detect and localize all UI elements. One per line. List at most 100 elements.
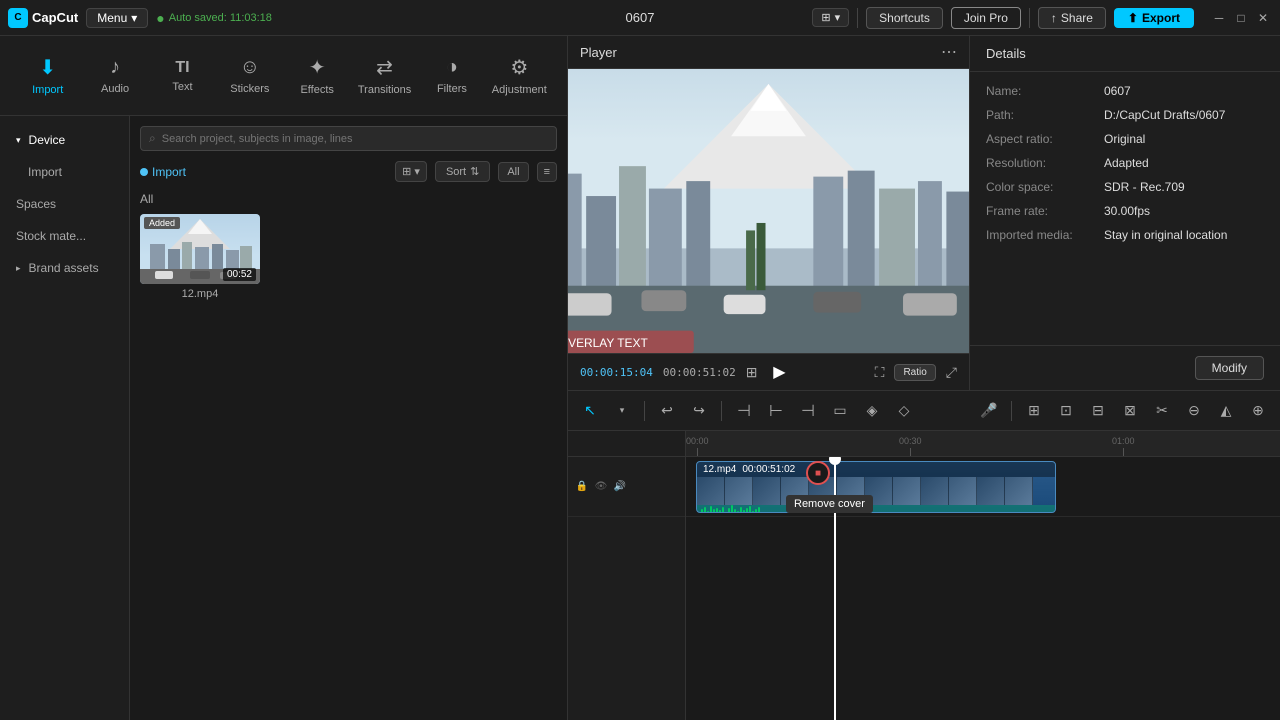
record-button[interactable]: 🎤 (975, 397, 1003, 425)
tl-tool-7[interactable]: ◭ (1212, 397, 1240, 425)
sidebar-item-import[interactable]: Import (4, 157, 125, 187)
keyframe-tool[interactable]: ◇ (890, 397, 918, 425)
auto-save-status: ● Auto saved: 11:03:18 (156, 10, 272, 26)
monitor-button[interactable]: ⊞ ▾ (812, 8, 849, 27)
tl-tool-3[interactable]: ⊟ (1084, 397, 1112, 425)
player-video: SOME OVERLAY TEXT (568, 69, 969, 353)
detail-row-resolution: Resolution: Adapted (986, 156, 1264, 170)
import-button[interactable]: Import (140, 165, 186, 179)
toolbar-audio[interactable]: ♪ Audio (83, 40, 146, 112)
sidebar-item-spaces[interactable]: Spaces (4, 189, 125, 219)
toolbar-audio-label: Audio (101, 83, 129, 95)
tl-tool-4[interactable]: ⊠ (1116, 397, 1144, 425)
detail-row-path: Path: D:/CapCut Drafts/0607 (986, 108, 1264, 122)
clip-waveform (697, 505, 1055, 513)
export-label: Export (1142, 11, 1180, 25)
main-layout: ⬇ Import ♪ Audio TI Text ☺ Stickers ✦ Ef… (0, 36, 1280, 720)
video-clip[interactable]: 12.mp4 00:00:51:02 (696, 461, 1056, 513)
tl-tool-6[interactable]: ⊖ (1180, 397, 1208, 425)
toolbar-import[interactable]: ⬇ Import (16, 40, 79, 112)
visibility-icon[interactable]: 👁 (593, 479, 609, 495)
split-tool[interactable]: ⊣ (730, 397, 758, 425)
ruler-container: 00:00 00:30 01:00 (686, 431, 1280, 456)
menu-button[interactable]: Menu ▾ (86, 8, 148, 28)
shortcuts-button[interactable]: Shortcuts (866, 7, 943, 29)
toolbar-transitions[interactable]: ⇄ Transitions (353, 40, 416, 112)
trim-start-tool[interactable]: ⊢ (762, 397, 790, 425)
detail-value-framerate: 30.00fps (1104, 204, 1150, 218)
toolbar-stickers[interactable]: ☺ Stickers (218, 40, 281, 112)
waveform-bar (740, 507, 742, 513)
player-menu-icon[interactable]: ⋯ (941, 42, 957, 62)
export-button[interactable]: ⬆ Export (1114, 8, 1194, 28)
search-input[interactable] (162, 133, 548, 145)
timeline-header-spacer (568, 431, 685, 457)
toolbar-text[interactable]: TI Text (151, 40, 214, 112)
waveform-bar (752, 511, 754, 513)
toolbar-filters[interactable]: ◑ Filters (420, 40, 483, 112)
tl-tool-5[interactable]: ✂ (1148, 397, 1176, 425)
clip-duration: 00:00:51:02 (742, 464, 795, 475)
volume-icon[interactable]: 🔊 (612, 479, 628, 495)
detail-label-path: Path: (986, 108, 1096, 122)
menu-label: Menu (97, 11, 127, 25)
cover-button[interactable]: ■ (806, 461, 830, 485)
sidebar-item-device[interactable]: ▾ Device (4, 125, 125, 155)
redo-button[interactable]: ↪ (685, 397, 713, 425)
sort-label: Sort (446, 166, 466, 178)
clip-frame (697, 477, 725, 505)
minimize-button[interactable]: ─ (1210, 9, 1228, 27)
toolbar-effects[interactable]: ✦ Effects (286, 40, 349, 112)
play-button[interactable]: ▶ (767, 360, 791, 384)
lock-icon[interactable]: 🔒 (574, 479, 590, 495)
sidebar-item-brand[interactable]: ▸ Brand assets (4, 253, 125, 283)
import-icon: ⬇ (39, 55, 56, 80)
close-button[interactable]: ✕ (1254, 9, 1272, 27)
sidebar-item-stock[interactable]: Stock mate... (4, 221, 125, 251)
view-toggle-button[interactable]: ⊞ ▾ (395, 161, 427, 182)
maximize-button[interactable]: □ (1232, 9, 1250, 27)
filter-all-button[interactable]: All (498, 162, 528, 182)
clip-name: 12.mp4 (703, 464, 736, 475)
tool-dropdown[interactable]: ▾ (608, 397, 636, 425)
timeline-section: ↖ ▾ ↩ ↪ ⊣ ⊢ ⊣ ▭ ◈ ◇ 🎤 ⊞ ⊡ ⊟ ⊠ (568, 390, 1280, 720)
search-bar[interactable]: ⌕ (140, 126, 557, 151)
select-tool[interactable]: ↖ (576, 397, 604, 425)
clip-header: 12.mp4 00:00:51:02 (697, 462, 1055, 477)
tl-tool-1[interactable]: ⊞ (1020, 397, 1048, 425)
separator (857, 8, 858, 28)
search-icon: ⌕ (149, 131, 156, 146)
delete-tool[interactable]: ▭ (826, 397, 854, 425)
expand-icon[interactable]: ⤢ (946, 364, 957, 381)
list-item[interactable]: Added 00:52 12.mp4 (140, 214, 260, 300)
toolbar-transitions-label: Transitions (358, 84, 411, 96)
tooltip-text: Remove cover (794, 498, 865, 510)
sidebar-item-stock-label: Stock mate... (16, 229, 86, 243)
share-button[interactable]: ↑ Share (1038, 7, 1106, 29)
trim-end-tool[interactable]: ⊣ (794, 397, 822, 425)
grid-view-icon[interactable]: ⊞ (746, 364, 758, 381)
content-area: ⌕ Import ⊞ ▾ Sort ⇅ All ≡ (130, 116, 567, 720)
effects-icon: ✦ (309, 55, 326, 80)
tl-tool-2[interactable]: ⊡ (1052, 397, 1080, 425)
clip-frame (725, 477, 753, 505)
details-footer: Modify (970, 345, 1280, 390)
titlebar: C CapCut Menu ▾ ● Auto saved: 11:03:18 0… (0, 0, 1280, 36)
undo-button[interactable]: ↩ (653, 397, 681, 425)
clip-frame (949, 477, 977, 505)
toolbar-separator-1 (644, 401, 645, 421)
waveform-bar (701, 509, 703, 513)
mask-tool[interactable]: ◈ (858, 397, 886, 425)
tl-add-button[interactable]: ⊕ (1244, 397, 1272, 425)
toolbar-adjustment[interactable]: ⚙ Adjustment (488, 40, 551, 112)
ratio-button[interactable]: Ratio (894, 364, 935, 381)
filter-icon-button[interactable]: ≡ (537, 162, 557, 182)
fit-screen-icon[interactable]: ⛶ (875, 364, 885, 381)
detail-value-name: 0607 (1104, 84, 1131, 98)
joinpro-button[interactable]: Join Pro (951, 7, 1021, 29)
timeline-track-controls: 🔒 👁 🔊 (568, 457, 685, 720)
modify-button[interactable]: Modify (1195, 356, 1264, 380)
waveform-bar (716, 508, 718, 513)
video-preview: SOME OVERLAY TEXT (568, 69, 969, 353)
sort-button[interactable]: Sort ⇅ (435, 161, 490, 182)
